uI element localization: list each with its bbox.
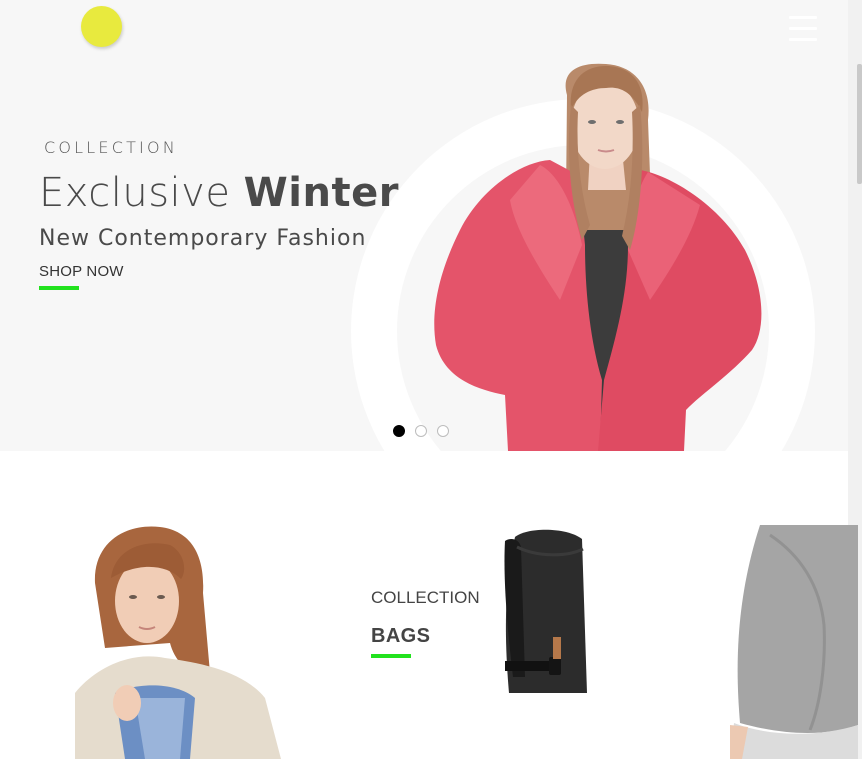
bags-collection-title[interactable]: BAGS [371, 625, 430, 648]
hero-headline-bold: Winter [243, 170, 399, 216]
hamburger-menu-icon[interactable] [789, 16, 817, 44]
bags-collection-kicker: COLLECTION [371, 588, 480, 607]
collection-card-jacket-image[interactable] [75, 523, 281, 759]
slider-dots [393, 425, 449, 437]
hero-kicker: COLLECTION [44, 138, 178, 157]
hero-headline-light: Exclusive [39, 170, 244, 216]
hero-slider: COLLECTION Exclusive Winter New Contempo… [0, 0, 848, 451]
hero-subline: New Contemporary Fashion [39, 226, 367, 251]
slider-dot-1[interactable] [393, 425, 405, 437]
shop-now-underline [39, 286, 79, 290]
slider-dot-2[interactable] [415, 425, 427, 437]
bags-title-underline [371, 654, 411, 658]
circle-logo[interactable] [81, 6, 122, 47]
hero-headline: Exclusive Winter [39, 170, 399, 216]
slider-dot-3[interactable] [437, 425, 449, 437]
shop-now-link[interactable]: SHOP NOW [39, 263, 124, 280]
tshirt-image[interactable] [730, 525, 858, 759]
backpack-image[interactable] [497, 527, 587, 693]
scrollbar-thumb[interactable] [857, 64, 862, 184]
